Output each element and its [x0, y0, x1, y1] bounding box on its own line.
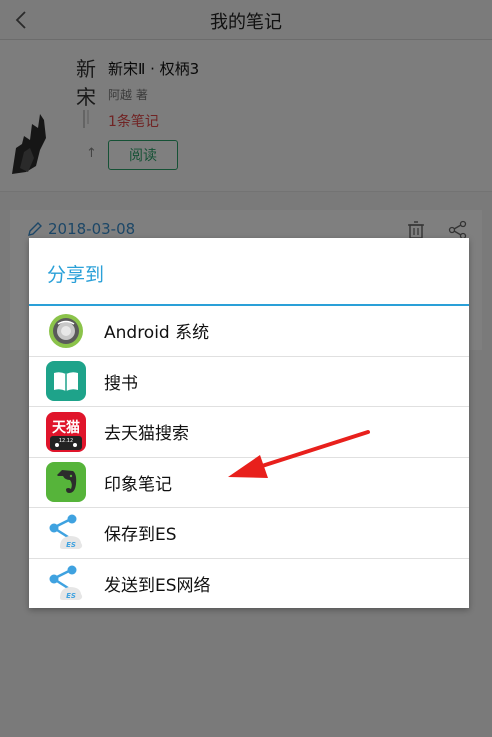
share-item-label: 搜书 — [104, 373, 138, 394]
share-item-send-to-es-network[interactable]: ES 发送到ES网络 — [29, 559, 469, 610]
share-item-label: 印象笔记 — [104, 474, 172, 495]
book-search-icon — [46, 361, 86, 402]
share-item-label: 发送到ES网络 — [104, 576, 211, 597]
share-item-save-to-es[interactable]: ES 保存到ES — [29, 508, 469, 559]
evernote-icon — [46, 462, 86, 503]
share-item-book-search[interactable]: 搜书 — [29, 357, 469, 407]
android-system-icon — [49, 313, 83, 348]
share-dialog-title: 分享到 — [47, 264, 105, 286]
share-item-label: Android 系统 — [104, 323, 210, 344]
es-icon-text: ES — [66, 541, 76, 549]
tmall-icon-subtext: 12.12 — [59, 438, 73, 444]
es-network-icon: ES — [49, 565, 83, 600]
share-dialog: 分享到 Android 系统 搜书 天猫 12.12 去天猫搜索 印象笔记 ES… — [29, 238, 469, 608]
share-item-evernote[interactable]: 印象笔记 — [29, 458, 469, 508]
tmall-icon-text: 天猫 — [52, 419, 80, 436]
share-item-android-system[interactable]: Android 系统 — [29, 306, 469, 357]
tmall-icon: 天猫 12.12 — [46, 411, 86, 452]
share-item-label: 保存到ES — [104, 525, 177, 546]
share-item-tmall[interactable]: 天猫 12.12 去天猫搜索 — [29, 407, 469, 458]
share-item-label: 去天猫搜索 — [104, 424, 189, 445]
es-share-icon: ES — [49, 514, 83, 549]
es-icon-text: ES — [66, 592, 76, 600]
share-target-list: Android 系统 搜书 天猫 12.12 去天猫搜索 印象笔记 ES 保存到… — [29, 306, 469, 609]
